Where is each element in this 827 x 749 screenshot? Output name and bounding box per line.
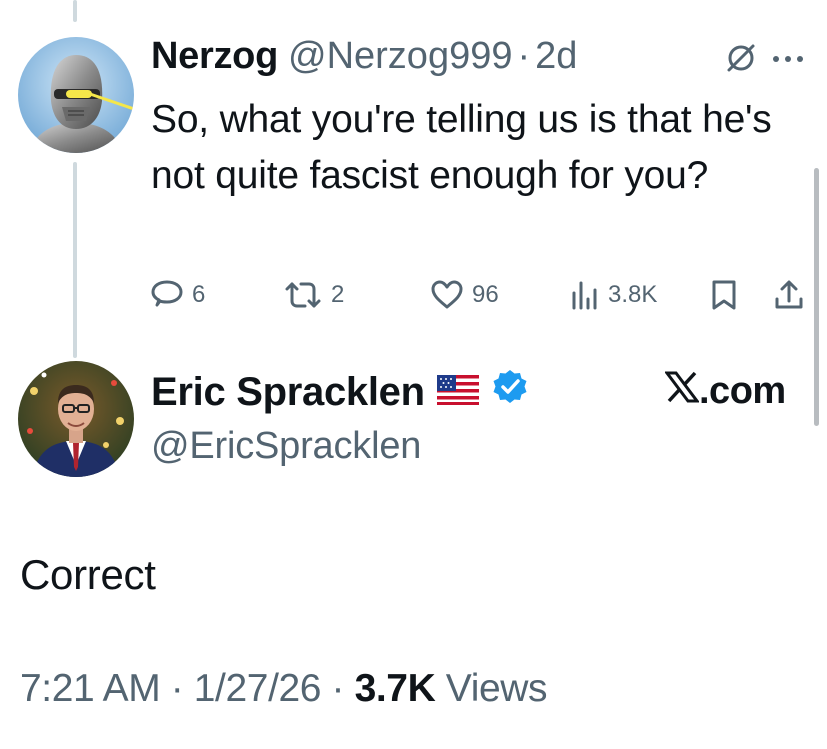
meta-separator-2: ·: [331, 667, 345, 710]
views-button[interactable]: 3.8K: [570, 277, 657, 313]
bookmark-icon: [710, 279, 738, 311]
x-com-link[interactable]: .com: [664, 370, 786, 413]
repost-button[interactable]: 2: [283, 277, 344, 313]
x-com-label: .com: [699, 370, 786, 412]
heart-icon: [430, 279, 464, 311]
author-handle[interactable]: @EricSpracklen: [151, 425, 421, 468]
share-button[interactable]: [774, 277, 804, 313]
reply-author-name[interactable]: Nerzog: [151, 35, 278, 78]
author-name-row: Eric Spracklen: [151, 368, 529, 416]
reply-button[interactable]: 6: [150, 277, 205, 313]
tweet-meta: 7:21 AM · 1/27/26 · 3.7K Views: [20, 667, 548, 711]
tweet-time[interactable]: 7:21 AM: [20, 667, 161, 710]
more-icon[interactable]: [771, 52, 805, 70]
us-flag-icon: [436, 370, 479, 415]
comment-icon: [150, 279, 184, 311]
view-count: 3.8K: [608, 281, 658, 308]
share-icon: [774, 279, 804, 311]
reply-author-handle[interactable]: @Nerzog999: [288, 35, 512, 78]
reply-separator: ·: [517, 35, 531, 77]
reply-header-icons: [723, 40, 805, 81]
author-name[interactable]: Eric Spracklen: [151, 370, 425, 415]
views-chart-icon: [570, 279, 600, 311]
reply-header: Nerzog @Nerzog999 · 2d: [151, 35, 577, 85]
bookmark-button[interactable]: [710, 277, 738, 313]
author-avatar[interactable]: [18, 361, 134, 477]
tweet-views-label: Views: [445, 667, 548, 710]
like-count: 96: [472, 281, 499, 308]
reply-actions: 6 2 96 3.8K: [0, 277, 827, 313]
thread-line-bottom: [73, 162, 77, 358]
like-button[interactable]: 96: [430, 277, 499, 313]
repost-count: 2: [331, 281, 345, 308]
tweet-date[interactable]: 1/27/26: [194, 667, 322, 710]
meta-separator: ·: [170, 667, 184, 710]
reply-text: So, what you're telling us is that he's …: [151, 98, 772, 197]
verified-badge-icon[interactable]: [491, 368, 529, 416]
x-logo-icon: [664, 370, 700, 413]
tweet-text: Correct: [20, 551, 156, 598]
tweet-view-count: 3.7K: [354, 667, 436, 710]
reply-timestamp[interactable]: 2d: [535, 35, 577, 78]
reply-avatar[interactable]: [18, 37, 134, 153]
grok-icon[interactable]: [723, 40, 759, 81]
repost-icon: [283, 279, 323, 311]
thread-line-top: [73, 0, 77, 22]
reply-count: 6: [192, 281, 206, 308]
